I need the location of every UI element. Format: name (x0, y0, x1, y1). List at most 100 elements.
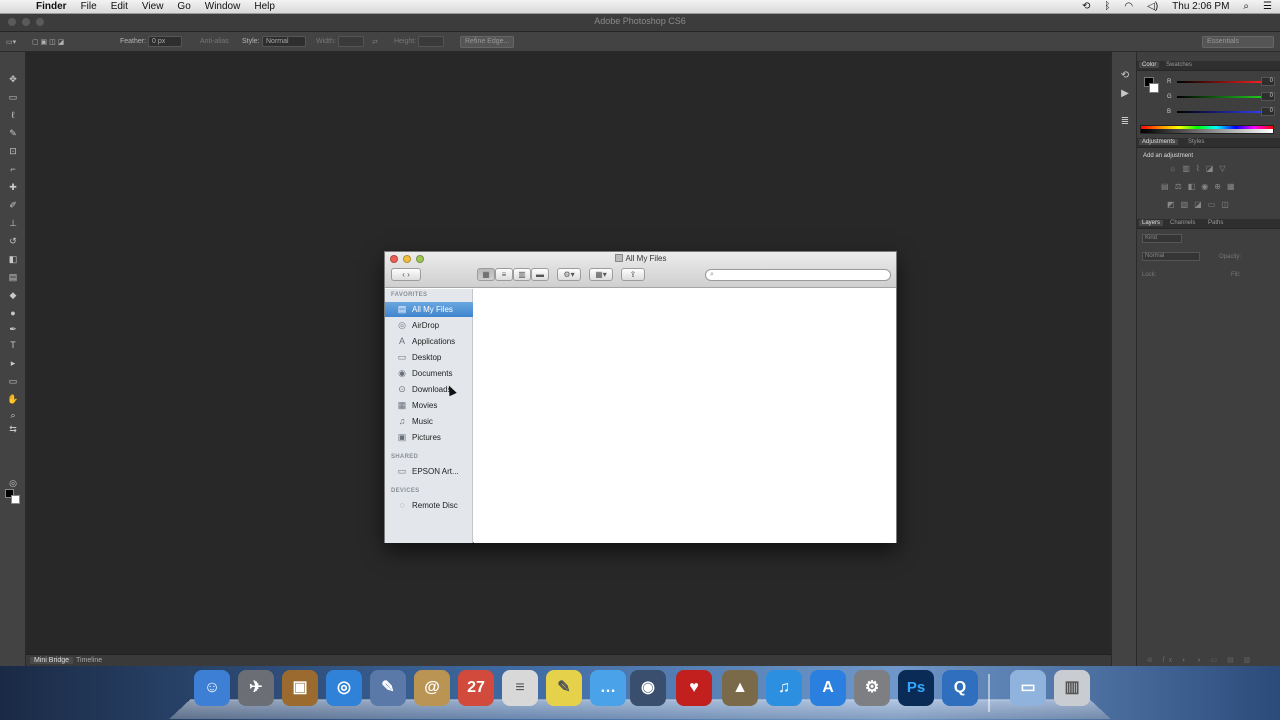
refine-edge-button[interactable]: Refine Edge... (460, 36, 515, 48)
dock-app-textedit-icon[interactable]: ≡ (502, 670, 538, 706)
dock-app-photo-booth-icon[interactable]: ▣ (282, 670, 318, 706)
dock-app-safari-icon[interactable]: ◎ (326, 670, 362, 706)
anti-alias-checkbox[interactable]: Anti-alias (200, 38, 229, 45)
feather-input[interactable]: 0 px (148, 36, 182, 47)
sidebar-item-desktop[interactable]: ▭ Desktop (385, 350, 473, 365)
dock-app-calendar-icon[interactable]: 27 (458, 670, 494, 706)
red-slider[interactable]: R 0 (1167, 77, 1275, 87)
black-white-icon[interactable]: ◧ (1188, 182, 1196, 191)
list-view-button[interactable]: ≡ (495, 268, 513, 281)
curves-icon[interactable]: ⌇ (1196, 164, 1200, 173)
action-menu-button[interactable]: ⚙▾ (557, 268, 581, 281)
menu-view[interactable]: View (142, 0, 164, 14)
tab-styles[interactable]: Styles (1185, 139, 1207, 145)
posterize-icon[interactable]: ▧ (1181, 200, 1189, 209)
actions-panel-icon[interactable]: ▶ (1118, 88, 1132, 100)
clock[interactable]: Thu 2:06 PM (1172, 0, 1229, 14)
brush-tool-icon[interactable]: ✐ (7, 200, 19, 210)
menu-file[interactable]: File (81, 0, 97, 14)
properties-panel-icon[interactable]: ≣ (1118, 116, 1132, 128)
lasso-tool-icon[interactable]: ℓ (7, 110, 19, 120)
height-input[interactable] (418, 36, 444, 47)
eyedropper-tool-icon[interactable]: ⌐ (7, 164, 19, 174)
gradient-map-icon[interactable]: ▭ (1208, 200, 1216, 209)
dock-app-downloads-stack-icon[interactable]: ▭ (1010, 670, 1046, 706)
back-forward-buttons[interactable]: ‹ › (391, 268, 421, 281)
eraser-tool-icon[interactable]: ◧ (7, 254, 19, 264)
invert-icon[interactable]: ◩ (1167, 200, 1175, 209)
layer-action-icons[interactable]: ⊘ fx ◐ ◑ ▭ ▤ ▥ (1147, 656, 1254, 664)
brightness-icon[interactable]: ☼ (1169, 164, 1176, 173)
dock-app-trash-icon[interactable]: ▥ (1054, 670, 1090, 706)
crop-tool-icon[interactable]: ⊡ (7, 146, 19, 156)
marquee-tool-icon[interactable]: ▭ (7, 92, 19, 102)
menu-window[interactable]: Window (205, 0, 241, 14)
tab-paths[interactable]: Paths (1205, 220, 1226, 226)
dock-app-quicktime-icon[interactable]: Q (942, 670, 978, 706)
dock-app-messages-icon[interactable]: … (590, 670, 626, 706)
sidebar-item-movies[interactable]: ▦ Movies (385, 398, 473, 413)
hue-saturation-icon[interactable]: ▤ (1161, 182, 1169, 191)
dock-app-app-store-icon[interactable]: A (810, 670, 846, 706)
wifi-icon[interactable]: ◠ (1124, 0, 1133, 14)
cover-flow-button[interactable]: ▬ (531, 268, 549, 281)
type-tool-icon[interactable]: T (7, 340, 19, 350)
color-balance-icon[interactable]: ⚖ (1175, 182, 1182, 191)
vibrance-icon[interactable]: ▽ (1219, 164, 1225, 173)
menu-go[interactable]: Go (177, 0, 190, 14)
selection-mode-icons[interactable]: ▢ ▣ ◫ ◪ (32, 38, 64, 46)
icon-view-button[interactable]: ▦ (477, 268, 495, 281)
dock-app-facetime-icon[interactable]: ◉ (630, 670, 666, 706)
color-spectrum-bar[interactable] (1140, 125, 1274, 134)
photo-filter-icon[interactable]: ◉ (1201, 182, 1208, 191)
search-field[interactable]: ⌕ (705, 269, 891, 281)
sidebar-item-remote-disc[interactable]: ◌ Remote Disc (385, 498, 473, 513)
menu-finder[interactable]: Finder (36, 0, 67, 14)
volume-icon[interactable]: ◁) (1147, 0, 1158, 14)
sidebar-item-music[interactable]: ♫ Music (385, 414, 473, 429)
blue-slider[interactable]: B 0 (1167, 107, 1275, 117)
tab-color[interactable]: Color (1139, 62, 1160, 68)
quick-select-tool-icon[interactable]: ✎ (7, 128, 19, 138)
tab-timeline[interactable]: Timeline (72, 657, 106, 664)
color-background-swatch[interactable] (1149, 83, 1159, 93)
dock-app-itunes-icon[interactable]: ♫ (766, 670, 802, 706)
selective-color-icon[interactable]: ◫ (1221, 200, 1229, 209)
gradient-tool-icon[interactable]: ▤ (7, 272, 19, 282)
dock-app-finder-icon[interactable]: ☺ (194, 670, 230, 706)
dock-app-photo-book-icon[interactable]: ♥ (676, 670, 712, 706)
dock-app-system-preferences-icon[interactable]: ⚙ (854, 670, 890, 706)
workspace-select[interactable]: Essentials (1202, 36, 1274, 48)
spotlight-icon[interactable]: ⌕ (1243, 0, 1249, 14)
clone-stamp-tool-icon[interactable]: ⊥ (7, 218, 19, 228)
sidebar-item-documents[interactable]: ◉ Documents (385, 366, 473, 381)
dock-app-photoshop-icon[interactable]: Ps (898, 670, 934, 706)
tab-mini-bridge[interactable]: Mini Bridge (30, 657, 74, 664)
style-select[interactable]: Normal (262, 36, 306, 47)
share-button[interactable]: ⇪ (621, 268, 645, 281)
sidebar-item-airdrop[interactable]: ◎ AirDrop (385, 318, 473, 333)
tab-channels[interactable]: Channels (1167, 220, 1198, 226)
notification-center-icon[interactable]: ☰ (1263, 0, 1272, 14)
menu-help[interactable]: Help (254, 0, 275, 14)
hand-tool-icon[interactable]: ✋ (7, 394, 19, 404)
tab-swatches[interactable]: Swatches (1163, 62, 1195, 68)
column-view-button[interactable]: ▥ (513, 268, 531, 281)
levels-icon[interactable]: ▥ (1182, 164, 1190, 173)
dock-app-contacts-icon[interactable]: @ (414, 670, 450, 706)
dodge-tool-icon[interactable]: ● (7, 308, 19, 318)
green-slider[interactable]: G 0 (1167, 92, 1275, 102)
blur-tool-icon[interactable]: ◆ (7, 290, 19, 300)
reset-colors-icon[interactable]: ⇆ (7, 424, 19, 434)
blend-mode-select[interactable]: Normal (1142, 252, 1200, 261)
exposure-icon[interactable]: ◪ (1206, 164, 1214, 173)
finder-content-area[interactable] (474, 289, 896, 543)
layer-filter-select[interactable]: Kind (1142, 234, 1182, 243)
time-machine-icon[interactable]: ⟲ (1082, 0, 1090, 14)
marquee-tool-icon[interactable]: ▭▾ (6, 38, 16, 46)
zoom-tool-icon[interactable]: ⌕ (7, 410, 19, 420)
dock-app-preview-icon[interactable]: ✎ (370, 670, 406, 706)
sidebar-item-epson[interactable]: ▭ EPSON Art... (385, 464, 473, 479)
dock-app-launchpad-icon[interactable]: ✈ (238, 670, 274, 706)
history-panel-icon[interactable]: ⟲ (1118, 70, 1132, 82)
